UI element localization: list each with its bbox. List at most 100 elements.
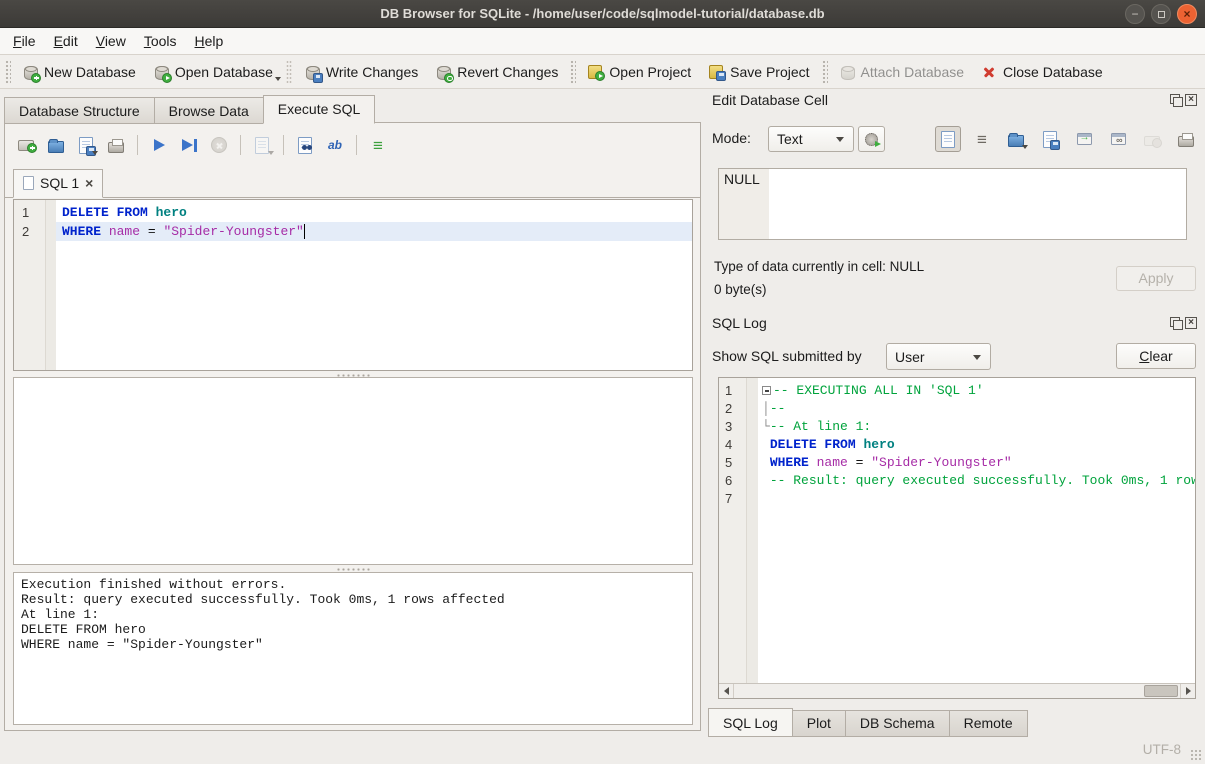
execute-all-button[interactable] [146, 132, 172, 158]
toolbar-separator [286, 60, 292, 84]
toolbar-drag-handle[interactable] [570, 60, 576, 84]
open-project-button[interactable]: Open Project [579, 60, 700, 84]
sql-log-view[interactable]: 1234567 -- EXECUTING ALL IN 'SQL 1'│--└-… [718, 377, 1196, 699]
tab-remote[interactable]: Remote [949, 710, 1028, 737]
tab-browse-data[interactable]: Browse Data [154, 97, 264, 124]
execution-message-pane[interactable]: Execution finished without errors.Result… [13, 572, 693, 725]
save-sql-file-button[interactable] [73, 132, 99, 158]
toolbar-separator [240, 135, 241, 155]
new-tab-button[interactable] [13, 132, 39, 158]
cell-editor[interactable]: NULL [718, 168, 1187, 240]
cell-value: NULL [724, 171, 760, 187]
tab-db-schema[interactable]: DB Schema [845, 710, 950, 737]
save-file-dropdown-icon[interactable] [92, 151, 98, 155]
tab-plot[interactable]: Plot [792, 710, 846, 737]
filter-label: Show SQL submitted by [712, 348, 862, 364]
print-icon [108, 142, 124, 153]
toolbar-drag-handle[interactable] [822, 60, 828, 84]
sql-toolbar: ab ≡ [13, 131, 391, 159]
open-sql-file-button[interactable] [43, 132, 69, 158]
print-button[interactable] [103, 132, 129, 158]
set-null-icon [1144, 136, 1160, 146]
menu-file[interactable]: File [4, 29, 45, 53]
text-document-icon [941, 131, 955, 148]
menu-edit[interactable]: Edit [45, 29, 87, 53]
new-database-button[interactable]: New Database [14, 60, 145, 84]
attach-database-icon [840, 64, 854, 80]
open-database-dropdown-icon[interactable] [275, 77, 281, 81]
sql-doc-tab-bar: SQL 1 × [5, 170, 700, 198]
scroll-left-icon[interactable] [719, 684, 734, 698]
title-bar[interactable]: DB Browser for SQLite - /home/user/code/… [0, 0, 1205, 28]
menu-view[interactable]: View [87, 29, 135, 53]
save-file-icon [79, 137, 93, 154]
close-database-button[interactable]: Close Database [973, 60, 1112, 84]
edit-cell-dock-titlebar[interactable]: Edit Database Cell × [712, 92, 1197, 112]
clear-log-button[interactable]: Clear [1116, 343, 1196, 369]
format-icon: ≡ [373, 137, 383, 154]
write-changes-button[interactable]: Write Changes [296, 60, 427, 84]
print-cell-button[interactable] [1173, 126, 1199, 152]
toolbar-separator [137, 135, 138, 155]
dock-float-icon[interactable] [1170, 94, 1180, 104]
import-dropdown-icon[interactable] [1022, 145, 1028, 149]
mode-combobox[interactable]: Text [768, 126, 854, 152]
scrollbar-thumb[interactable] [1144, 685, 1178, 697]
dock-tab-bar: SQL Log Plot DB Schema Remote [708, 708, 1027, 737]
sql-editor[interactable]: 12 DELETE FROM heroWHERE name = "Spider-… [13, 199, 693, 371]
close-button[interactable]: × [1177, 4, 1197, 24]
cell-type-info: Type of data currently in cell: NULL [714, 259, 924, 274]
open-database-button[interactable]: Open Database [145, 60, 282, 84]
log-fold-margin [747, 378, 758, 683]
open-database-icon [154, 64, 168, 80]
find-button[interactable] [292, 132, 318, 158]
submitter-combobox[interactable]: User [886, 343, 991, 370]
line-number-gutter: 12 [14, 200, 46, 370]
open-file-icon [48, 141, 64, 153]
text-mode-button[interactable] [935, 126, 961, 152]
menu-help[interactable]: Help [186, 29, 233, 53]
import-file-button[interactable] [1003, 126, 1029, 152]
hyperlink-button[interactable]: ∞ [1105, 126, 1131, 152]
log-code[interactable]: -- EXECUTING ALL IN 'SQL 1'│--└-- At lin… [758, 378, 1195, 683]
resize-grip[interactable] [1190, 749, 1202, 761]
toolbar-drag-handle[interactable] [5, 60, 11, 84]
horizontal-scrollbar[interactable] [719, 683, 1195, 698]
menu-tools[interactable]: Tools [135, 29, 186, 53]
tab-close-icon[interactable]: × [85, 176, 93, 190]
execute-all-icon [154, 139, 165, 151]
save-project-button[interactable]: Save Project [700, 60, 818, 84]
toolbar-separator [283, 135, 284, 155]
dock-close-icon[interactable]: × [1185, 94, 1197, 106]
minimize-button[interactable]: − [1125, 4, 1145, 24]
stop-button [206, 132, 232, 158]
encoding-indicator: UTF-8 [1143, 742, 1181, 757]
execute-line-button[interactable] [176, 132, 202, 158]
tab-database-structure[interactable]: Database Structure [4, 97, 155, 124]
word-wrap-button[interactable]: ≡ [969, 126, 995, 152]
format-sql-button[interactable]: ≡ [365, 132, 391, 158]
replace-button[interactable]: ab [322, 132, 348, 158]
sql-log-title: SQL Log [712, 315, 767, 331]
tab-sql-log[interactable]: SQL Log [708, 708, 793, 737]
set-null-button [1139, 126, 1165, 152]
sql-log-dock-titlebar[interactable]: SQL Log × [712, 315, 1197, 335]
edit-cell-title: Edit Database Cell [712, 92, 828, 108]
sql1-tab[interactable]: SQL 1 × [13, 169, 103, 198]
tab-execute-sql[interactable]: Execute SQL [263, 95, 376, 124]
scroll-right-icon[interactable] [1180, 684, 1195, 698]
results-grid[interactable] [13, 377, 693, 565]
gear-icon [865, 133, 878, 146]
main-tab-bar: Database Structure Browse Data Execute S… [4, 95, 374, 124]
save-as-button[interactable] [1037, 126, 1063, 152]
close-database-icon [982, 65, 996, 79]
dock-close-icon[interactable]: × [1185, 317, 1197, 329]
revert-changes-button[interactable]: Revert Changes [427, 60, 567, 84]
dock-float-icon[interactable] [1170, 317, 1180, 327]
auto-apply-button[interactable] [858, 126, 885, 152]
menu-bar: File Edit View Tools Help [0, 28, 1205, 55]
save-project-icon [709, 65, 723, 79]
sql-code[interactable]: DELETE FROM heroWHERE name = "Spider-You… [56, 200, 692, 370]
open-external-button[interactable]: → [1071, 126, 1097, 152]
maximize-button[interactable] [1151, 4, 1171, 24]
